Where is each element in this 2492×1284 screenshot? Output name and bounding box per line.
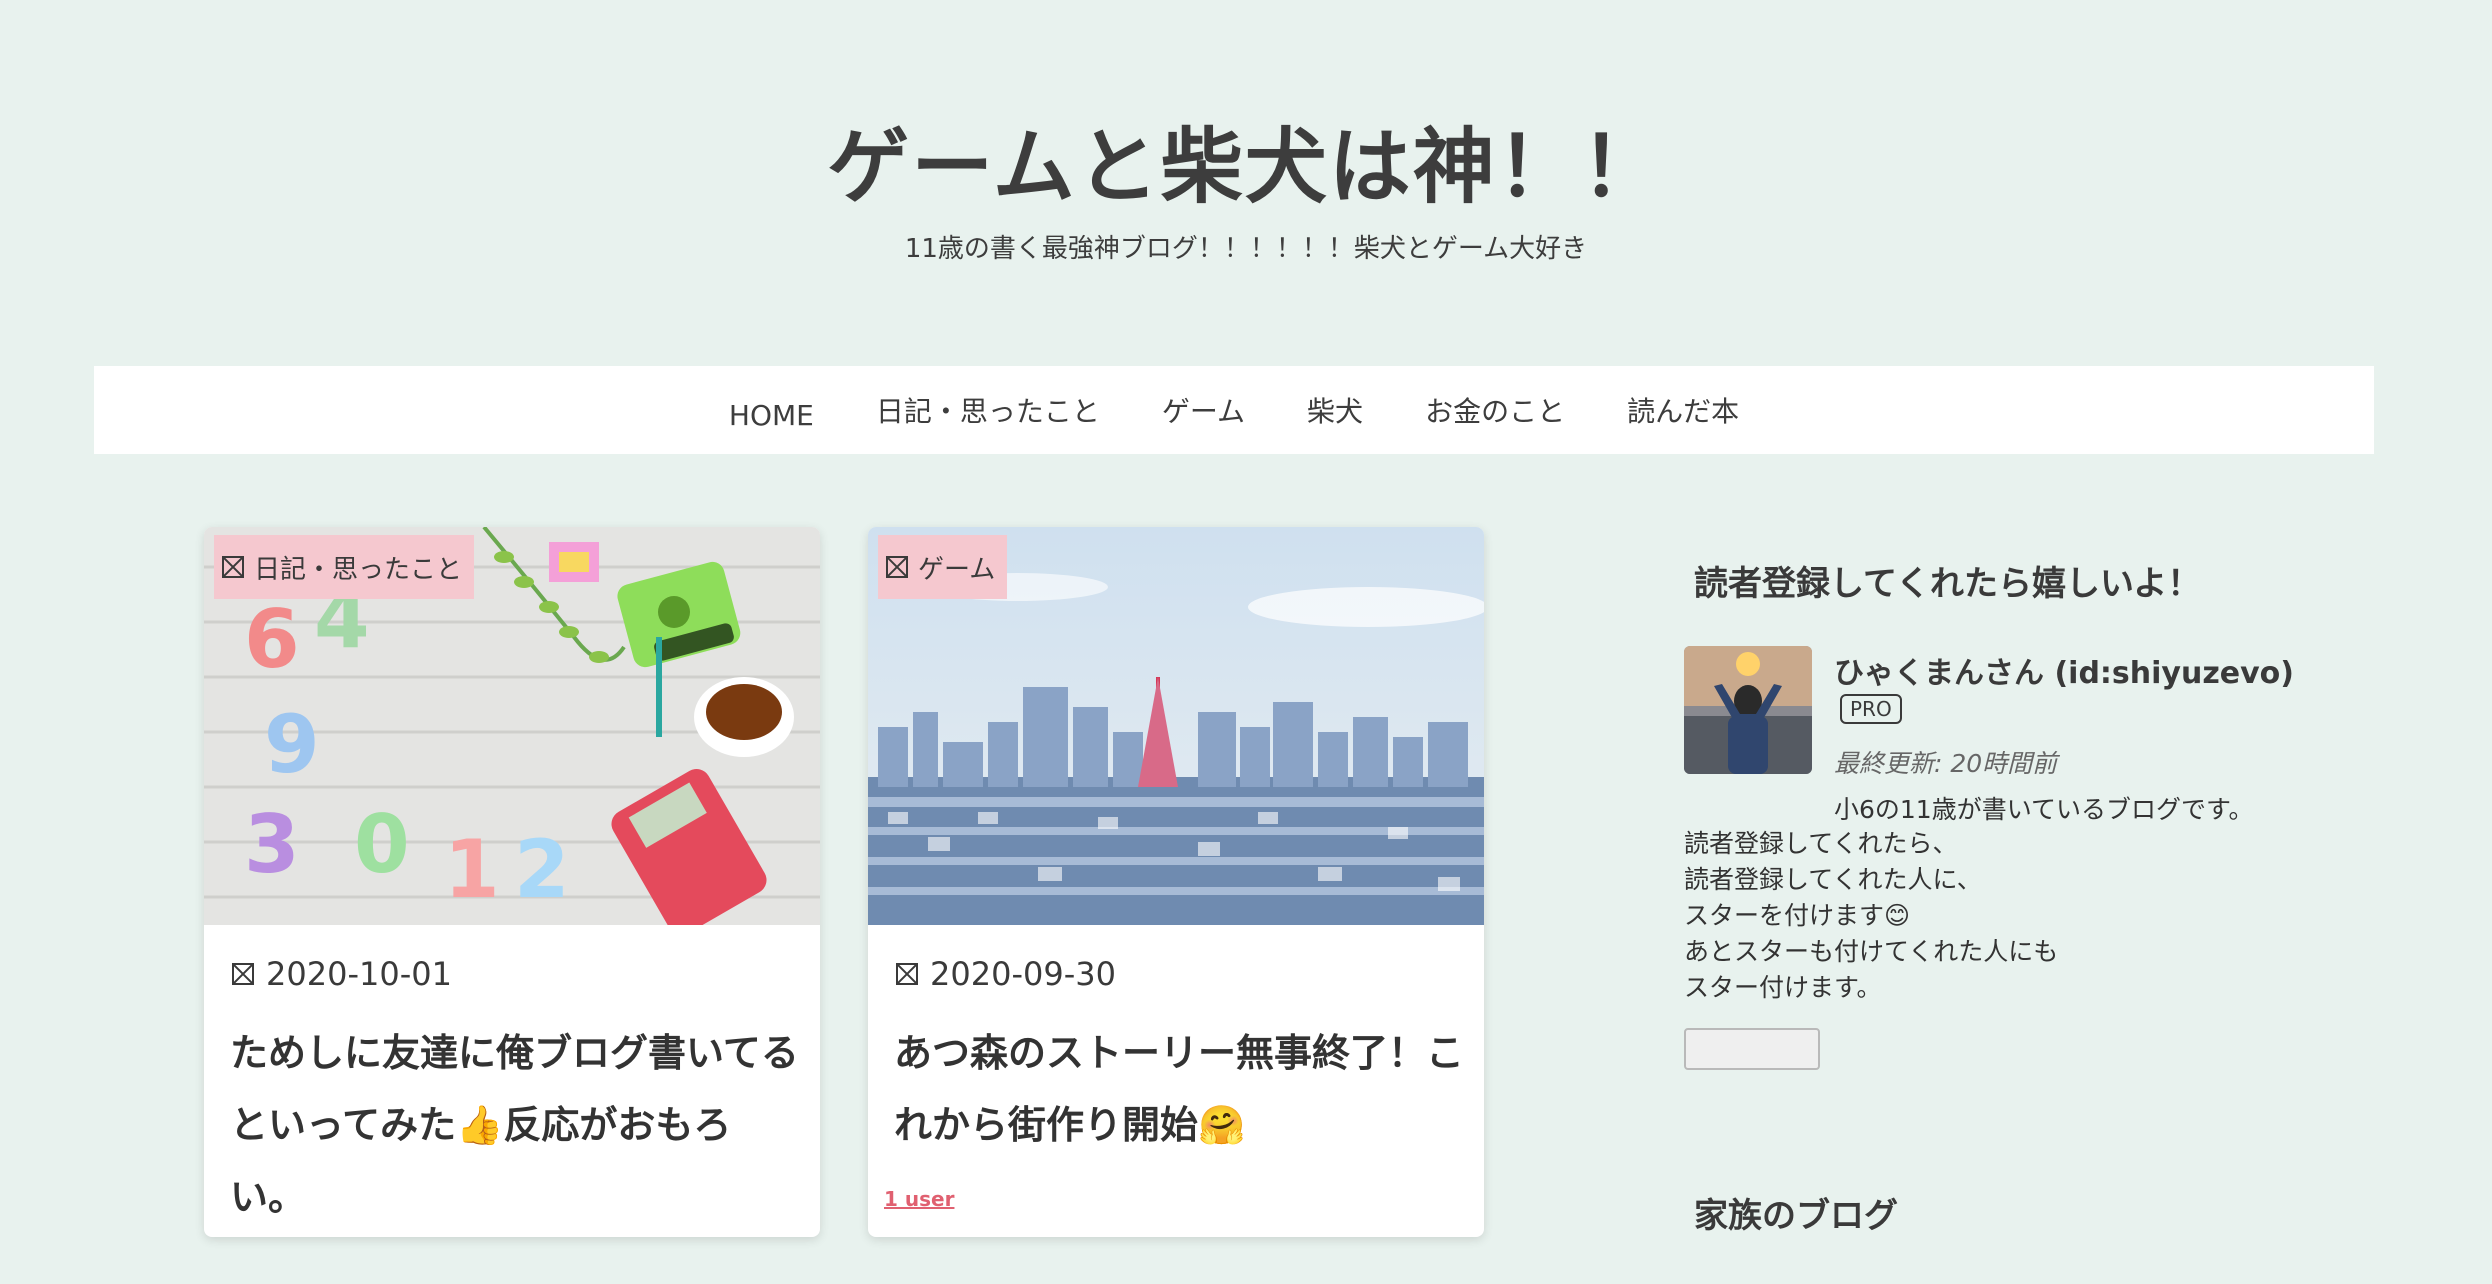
post-date: 2020-10-01 — [232, 955, 452, 993]
category-nav: HOME 日記・思ったこと ゲーム 柴犬 お金のこと 読んだ本 — [94, 366, 2374, 454]
post-title[interactable]: ためしに友達に俺ブログ書いてる といってみた👍反応がおもろい。 — [230, 1017, 800, 1233]
post-date-text: 2020-09-30 — [930, 955, 1116, 993]
nav-item-books[interactable]: 読んだ本 — [1627, 390, 1739, 430]
clock-icon — [896, 963, 918, 985]
family-blogs-heading: 家族のブログ — [1694, 1196, 1898, 1236]
post-card[interactable]: ゲーム 2020-09-30 あつ森のストーリー無事終了！こ れから街作り開始🤗… — [868, 527, 1484, 1237]
post-title-line: れから街作り開始🤗 — [894, 1103, 1246, 1147]
nav-item-money[interactable]: お金のこと — [1425, 390, 1565, 430]
profile-description-line: 小6の11歳が書いているブログです。 — [1834, 795, 2254, 824]
profile-description-line: 読者登録してくれたら、 — [1684, 829, 1958, 858]
subscribe-heading: 読者登録してくれたら嬉しいよ！ — [1694, 564, 2202, 604]
svg-text:6: 6 — [244, 593, 300, 686]
category-text: ゲーム — [918, 554, 996, 585]
post-card[interactable]: 6 4 9 3 0 1 2 日記・思ったこと 2020-10-01 ためしに友達… — [204, 527, 820, 1237]
post-thumbnail[interactable]: ゲーム — [868, 527, 1484, 925]
nav-item-shiba[interactable]: 柴犬 — [1307, 390, 1363, 430]
site-description: 11歳の書く最強神ブログ！！！！！！柴犬とゲーム大好き — [904, 234, 1588, 264]
last-updated: 最終更新: 20時間前 — [1834, 749, 2058, 778]
folder-icon — [222, 556, 244, 578]
nav-item-diary[interactable]: 日記・思ったこと — [876, 390, 1100, 430]
profile-description-line: あとスターも付けてくれた人にも — [1684, 937, 2059, 966]
svg-text:0: 0 — [354, 798, 410, 891]
username-link[interactable]: ひゃくまんさん (id:shiyuzevo) — [1834, 648, 2294, 692]
category-label[interactable]: ゲーム — [878, 535, 1008, 599]
post-title-line: ためしに友達に俺ブログ書いてる — [230, 1031, 799, 1075]
profile-description-line: スター付けます。 — [1684, 973, 1882, 1002]
clock-icon — [232, 963, 254, 985]
post-title-line: といってみた👍反応がおもろい。 — [230, 1103, 732, 1219]
folder-icon — [886, 556, 908, 578]
profile-description-line: スターを付けます😊 — [1684, 901, 1911, 930]
category-text: 日記・思ったこと — [254, 554, 463, 585]
post-thumbnail[interactable]: 6 4 9 3 0 1 2 日記・思ったこと — [204, 527, 820, 925]
post-title-line: あつ森のストーリー無事終了！こ — [894, 1031, 1465, 1075]
bookmark-users-link[interactable]: 1 user — [884, 1187, 954, 1211]
profile-description-line: 読者登録してくれた人に、 — [1684, 865, 1982, 894]
avatar[interactable] — [1684, 646, 1812, 774]
pro-badge: PRO — [1840, 694, 1902, 724]
svg-text:2: 2 — [514, 823, 570, 916]
nav-item-home[interactable]: HOME — [729, 389, 814, 432]
svg-text:9: 9 — [264, 698, 320, 791]
svg-text:3: 3 — [244, 798, 300, 891]
category-label[interactable]: 日記・思ったこと — [214, 535, 475, 599]
post-date-text: 2020-10-01 — [266, 955, 452, 993]
post-title[interactable]: あつ森のストーリー無事終了！こ れから街作り開始🤗 — [894, 1017, 1464, 1161]
svg-text:1: 1 — [444, 823, 500, 916]
nav-item-game[interactable]: ゲーム — [1162, 390, 1245, 430]
subscribe-button[interactable] — [1684, 1028, 1820, 1070]
site-title[interactable]: ゲームと柴犬は神！！ — [0, 100, 2492, 219]
profile-description: 読者登録してくれたら、 読者登録してくれた人に、 スターを付けます😊 あとスター… — [1684, 826, 2058, 1006]
post-date: 2020-09-30 — [896, 955, 1116, 993]
